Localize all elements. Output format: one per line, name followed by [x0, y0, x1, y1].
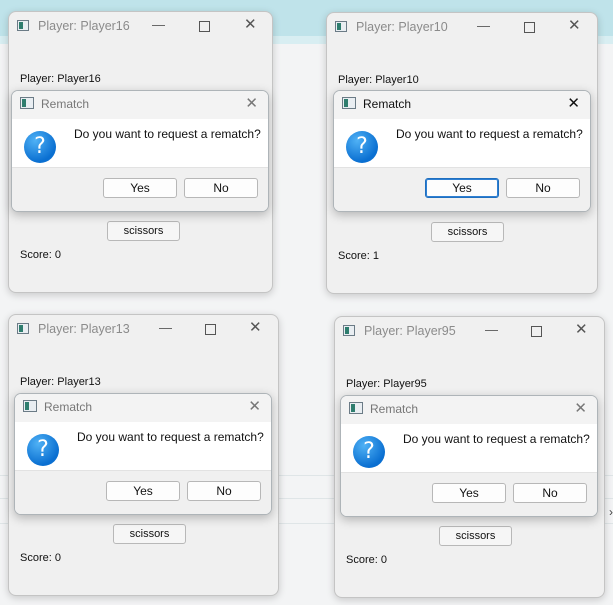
dialog-title: Rematch — [370, 402, 419, 416]
player-name-label: Player: Player10 — [338, 74, 419, 86]
yes-button[interactable]: Yes — [106, 481, 180, 501]
maximize-icon[interactable] — [524, 22, 535, 33]
window-titlebar[interactable]: Player: Player95 — ✕ — [335, 317, 604, 347]
rematch-dialog[interactable]: Rematch ✕ ? Do you want to request a rem… — [14, 393, 272, 515]
app-window-icon — [335, 21, 347, 32]
dialog-titlebar[interactable]: Rematch ✕ — [15, 394, 271, 422]
score-label: Score: 1 — [338, 250, 379, 262]
minimize-icon[interactable]: — — [159, 321, 172, 335]
app-window-icon — [342, 97, 356, 109]
close-icon[interactable]: ✕ — [248, 397, 261, 415]
offscreen-window-edge: › — [609, 505, 613, 519]
minimize-icon[interactable]: — — [477, 19, 490, 33]
app-window-icon — [17, 323, 29, 334]
choice-scissors-button[interactable]: scissors — [113, 524, 186, 544]
rematch-dialog[interactable]: Rematch ✕ ? Do you want to request a rem… — [333, 90, 591, 212]
window-titlebar[interactable]: Player: Player13 — ✕ — [9, 315, 278, 345]
question-icon: ? — [24, 131, 56, 163]
app-window-icon — [17, 20, 29, 31]
close-icon[interactable]: ✕ — [249, 320, 262, 335]
app-window-icon — [20, 97, 34, 109]
score-label: Score: 0 — [20, 552, 61, 564]
maximize-icon[interactable] — [531, 326, 542, 337]
dialog-titlebar[interactable]: Rematch ✕ — [12, 91, 268, 119]
player-name-label: Player: Player13 — [20, 376, 101, 388]
window-titlebar[interactable]: Player: Player10 — ✕ — [327, 13, 597, 43]
maximize-icon[interactable] — [205, 324, 216, 335]
question-icon: ? — [27, 434, 59, 466]
no-button[interactable]: No — [513, 483, 587, 503]
window-title: Player: Player13 — [38, 322, 130, 336]
dialog-title: Rematch — [41, 97, 90, 111]
choice-scissors-button[interactable]: scissors — [439, 526, 512, 546]
no-button[interactable]: No — [506, 178, 580, 198]
score-label: Score: 0 — [20, 249, 61, 261]
rematch-dialog[interactable]: Rematch ✕ ? Do you want to request a rem… — [11, 90, 269, 212]
no-button[interactable]: No — [184, 178, 258, 198]
dialog-question: Do you want to request a rematch? — [403, 432, 590, 446]
app-window-icon — [343, 325, 355, 336]
player-name-label: Player: Player95 — [346, 378, 427, 390]
question-icon: ? — [353, 436, 385, 468]
close-icon[interactable]: ✕ — [245, 94, 258, 112]
minimize-icon[interactable]: — — [485, 323, 498, 337]
dialog-question: Do you want to request a rematch? — [77, 430, 264, 444]
minimize-icon[interactable]: — — [152, 18, 165, 32]
maximize-icon[interactable] — [199, 21, 210, 32]
choice-scissors-button[interactable]: scissors — [431, 222, 504, 242]
dialog-title: Rematch — [44, 400, 93, 414]
player-name-label: Player: Player16 — [20, 73, 101, 85]
close-icon[interactable]: ✕ — [574, 399, 587, 417]
close-icon[interactable]: ✕ — [568, 18, 581, 33]
app-window-icon — [23, 400, 37, 412]
dialog-question: Do you want to request a rematch? — [74, 127, 261, 141]
window-title: Player: Player16 — [38, 19, 130, 33]
dialog-title: Rematch — [363, 97, 412, 111]
yes-button[interactable]: Yes — [103, 178, 177, 198]
dialog-question: Do you want to request a rematch? — [396, 127, 583, 141]
score-label: Score: 0 — [346, 554, 387, 566]
window-title: Player: Player10 — [356, 20, 448, 34]
close-icon[interactable]: ✕ — [567, 94, 580, 112]
rematch-dialog[interactable]: Rematch ✕ ? Do you want to request a rem… — [340, 395, 598, 517]
app-window-icon — [349, 402, 363, 414]
close-icon[interactable]: ✕ — [575, 322, 588, 337]
choice-scissors-button[interactable]: scissors — [107, 221, 180, 241]
dialog-titlebar[interactable]: Rematch ✕ — [341, 396, 597, 424]
close-icon[interactable]: ✕ — [244, 17, 257, 32]
yes-button[interactable]: Yes — [432, 483, 506, 503]
question-icon: ? — [346, 131, 378, 163]
yes-button[interactable]: Yes — [425, 178, 499, 198]
dialog-titlebar[interactable]: Rematch ✕ — [334, 91, 590, 119]
window-title: Player: Player95 — [364, 324, 456, 338]
window-titlebar[interactable]: Player: Player16 — ✕ — [9, 12, 272, 42]
no-button[interactable]: No — [187, 481, 261, 501]
